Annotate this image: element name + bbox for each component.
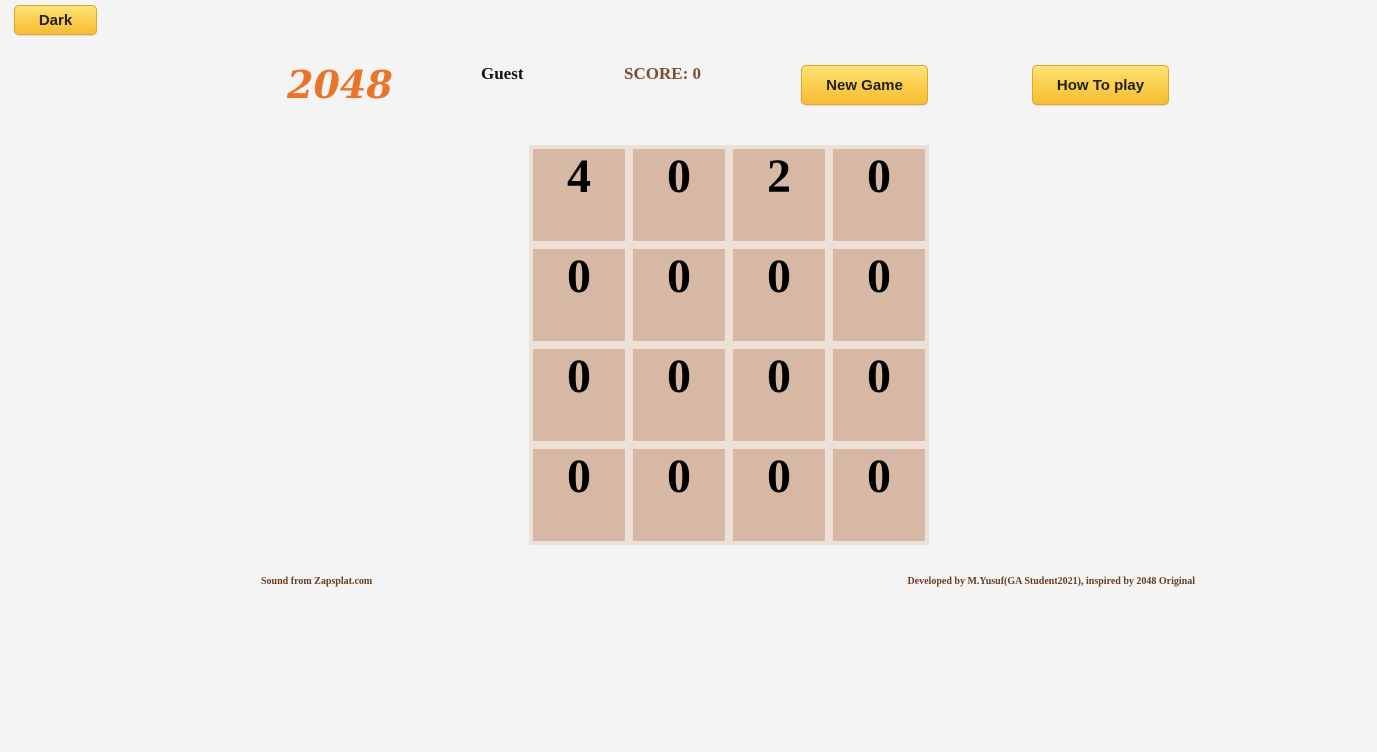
tile-r0-c3: 0 bbox=[833, 149, 925, 241]
tile-r3-c3: 0 bbox=[833, 449, 925, 541]
game-logo: 2048 bbox=[287, 62, 393, 107]
tile-r1-c3: 0 bbox=[833, 249, 925, 341]
tile-r0-c1: 0 bbox=[633, 149, 725, 241]
tile-r0-c0: 4 bbox=[533, 149, 625, 241]
player-name: Guest bbox=[481, 64, 524, 83]
tile-r1-c1: 0 bbox=[633, 249, 725, 341]
new-game-button[interactable]: New Game bbox=[801, 65, 928, 105]
tile-r3-c0: 0 bbox=[533, 449, 625, 541]
dark-mode-button[interactable]: Dark bbox=[14, 5, 97, 35]
tile-r2-c3: 0 bbox=[833, 349, 925, 441]
tile-r3-c1: 0 bbox=[633, 449, 725, 541]
sound-credit: Sound from Zapsplat.com bbox=[261, 576, 373, 587]
score-display: SCORE: 0 bbox=[624, 64, 701, 83]
tile-r1-c0: 0 bbox=[533, 249, 625, 341]
how-to-play-button[interactable]: How To play bbox=[1032, 65, 1169, 105]
developer-credit: Developed by M.Yusuf(GA Student2021), in… bbox=[907, 576, 1195, 587]
tile-r3-c2: 0 bbox=[733, 449, 825, 541]
tile-r2-c2: 0 bbox=[733, 349, 825, 441]
game-board: 4 0 2 0 0 0 0 0 0 0 0 0 0 0 0 0 bbox=[529, 145, 929, 545]
tile-r2-c0: 0 bbox=[533, 349, 625, 441]
tile-r1-c2: 0 bbox=[733, 249, 825, 341]
tile-r2-c1: 0 bbox=[633, 349, 725, 441]
tile-r0-c2: 2 bbox=[733, 149, 825, 241]
